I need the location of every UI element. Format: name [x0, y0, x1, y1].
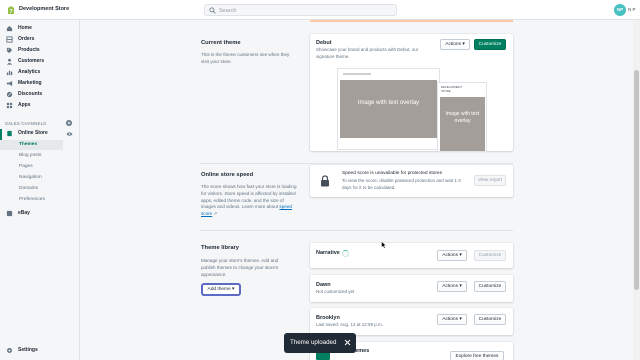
sidebar: Home Orders Products Customers Analytics…	[0, 20, 80, 360]
current-theme-desc-text: Showcase your brand and products with De…	[316, 47, 419, 59]
theme-library-desc: Manage your store's themes. Add and publ…	[201, 258, 279, 277]
mouse-cursor-icon	[381, 241, 387, 249]
preview-mobile-hero-title: Image with text overlay	[445, 111, 480, 124]
shopify-logo-icon	[8, 6, 14, 14]
theme-status: Last saved: Aug. 12 at 12:59 p.m.	[316, 322, 384, 327]
avatar[interactable]: NP	[614, 4, 626, 16]
current-theme-desc: This is the theme customers see when the…	[201, 52, 290, 64]
brooklyn-customize-button[interactable]: Customize	[474, 314, 506, 325]
narrative-actions-button[interactable]: Actions ▾	[437, 250, 467, 261]
user-name[interactable]: N P	[628, 7, 636, 12]
theme-name: Brooklyn	[316, 315, 340, 321]
scrollbar-thumb[interactable]	[634, 70, 639, 290]
add-theme-button[interactable]: Add theme ▾	[202, 284, 240, 295]
toast-notification: Theme uploaded	[284, 333, 356, 353]
sidebar-item-discounts[interactable]: Discounts	[0, 89, 80, 100]
megaphone-icon	[6, 80, 13, 87]
theme-library-title: Theme library	[201, 245, 240, 251]
ebay-icon	[6, 210, 13, 217]
search-input[interactable]: Search	[204, 4, 397, 16]
orders-icon	[6, 36, 13, 43]
sidebar-item-blog-posts[interactable]: Blog posts	[0, 151, 80, 161]
customize-button[interactable]: Customize	[474, 39, 506, 50]
sidebar-item-customers[interactable]: Customers	[0, 56, 80, 67]
speed-card-desc: To view the score, disable password prot…	[342, 178, 461, 190]
add-sales-channel-icon[interactable]	[66, 120, 72, 126]
sidebar-item-products[interactable]: Products	[0, 45, 80, 56]
explore-free-themes-button[interactable]: Explore free themes	[450, 351, 504, 360]
store-name[interactable]: Development Store	[19, 6, 69, 12]
loading-spinner-icon	[342, 250, 349, 257]
sales-channels-header: SALES CHANNELS	[5, 121, 47, 126]
theme-name: Dawn	[316, 282, 331, 288]
preview-nav-bar	[343, 73, 371, 75]
toast-message: Theme uploaded	[290, 339, 337, 346]
preview-hero-title: Image with text overlay	[357, 100, 420, 106]
sidebar-item-ebay[interactable]: eBay	[0, 208, 80, 219]
sidebar-item-settings[interactable]: Settings	[0, 345, 80, 356]
apps-icon	[6, 102, 13, 109]
bar-chart-icon	[6, 70, 13, 76]
search-icon	[209, 7, 216, 14]
tag-icon	[6, 47, 13, 54]
current-theme-name: Debut	[316, 40, 332, 46]
search-placeholder: Search	[219, 7, 237, 14]
lock-icon	[321, 175, 329, 187]
person-icon	[6, 58, 13, 65]
preview-mobile-hero: Image with text overlay	[440, 97, 485, 151]
current-theme-title: Current theme	[201, 40, 241, 46]
preview-hero-image: Image with text overlay	[340, 80, 437, 138]
dawn-actions-button[interactable]: Actions ▾	[437, 281, 467, 292]
view-report-button[interactable]: View report	[474, 175, 506, 186]
section-divider	[200, 163, 513, 164]
section-divider	[200, 230, 513, 231]
speed-card-title: Speed score is unavailable for protected…	[342, 171, 442, 176]
sidebar-item-analytics[interactable]: Analytics	[0, 67, 80, 78]
sidebar-item-apps[interactable]: Apps	[0, 100, 80, 111]
current-theme-actions-button[interactable]: Actions ▾	[440, 39, 470, 50]
speed-desc: The score shows how fast your store is l…	[201, 184, 297, 217]
dawn-customize-button[interactable]: Customize	[474, 281, 506, 292]
theme-status: Not customized yet	[316, 289, 355, 294]
eye-icon[interactable]	[66, 131, 73, 137]
home-icon	[6, 25, 13, 32]
theme-name: Narrative	[316, 250, 340, 256]
speed-title: Online store speed	[201, 172, 254, 178]
upload-progress-bar	[310, 20, 513, 22]
sidebar-item-home[interactable]: Home	[0, 23, 80, 34]
sidebar-item-themes[interactable]: Themes	[0, 140, 63, 150]
sidebar-item-marketing[interactable]: Marketing	[0, 78, 80, 89]
theme-preview-mobile: DEVELOPMENT STORE Image with text overla…	[437, 82, 487, 152]
sidebar-item-domains[interactable]: Domains	[0, 184, 80, 194]
preview-mobile-store-name: DEVELOPMENT STORE	[441, 85, 463, 93]
top-bar: Development Store Search NP N P	[0, 0, 640, 20]
brooklyn-actions-button[interactable]: Actions ▾	[437, 314, 467, 325]
gear-icon	[7, 348, 12, 353]
sidebar-item-preferences[interactable]: Preferences	[0, 195, 80, 205]
close-icon[interactable]	[344, 339, 351, 346]
sidebar-item-orders[interactable]: Orders	[0, 34, 80, 45]
sidebar-item-navigation[interactable]: Navigation	[0, 173, 80, 183]
theme-preview-desktop: Image with text overlay	[337, 68, 440, 150]
sidebar-item-pages[interactable]: Pages	[0, 162, 80, 172]
narrative-customize-button[interactable]: Customize	[474, 250, 506, 261]
discount-icon	[6, 91, 13, 98]
store-icon	[6, 130, 13, 137]
